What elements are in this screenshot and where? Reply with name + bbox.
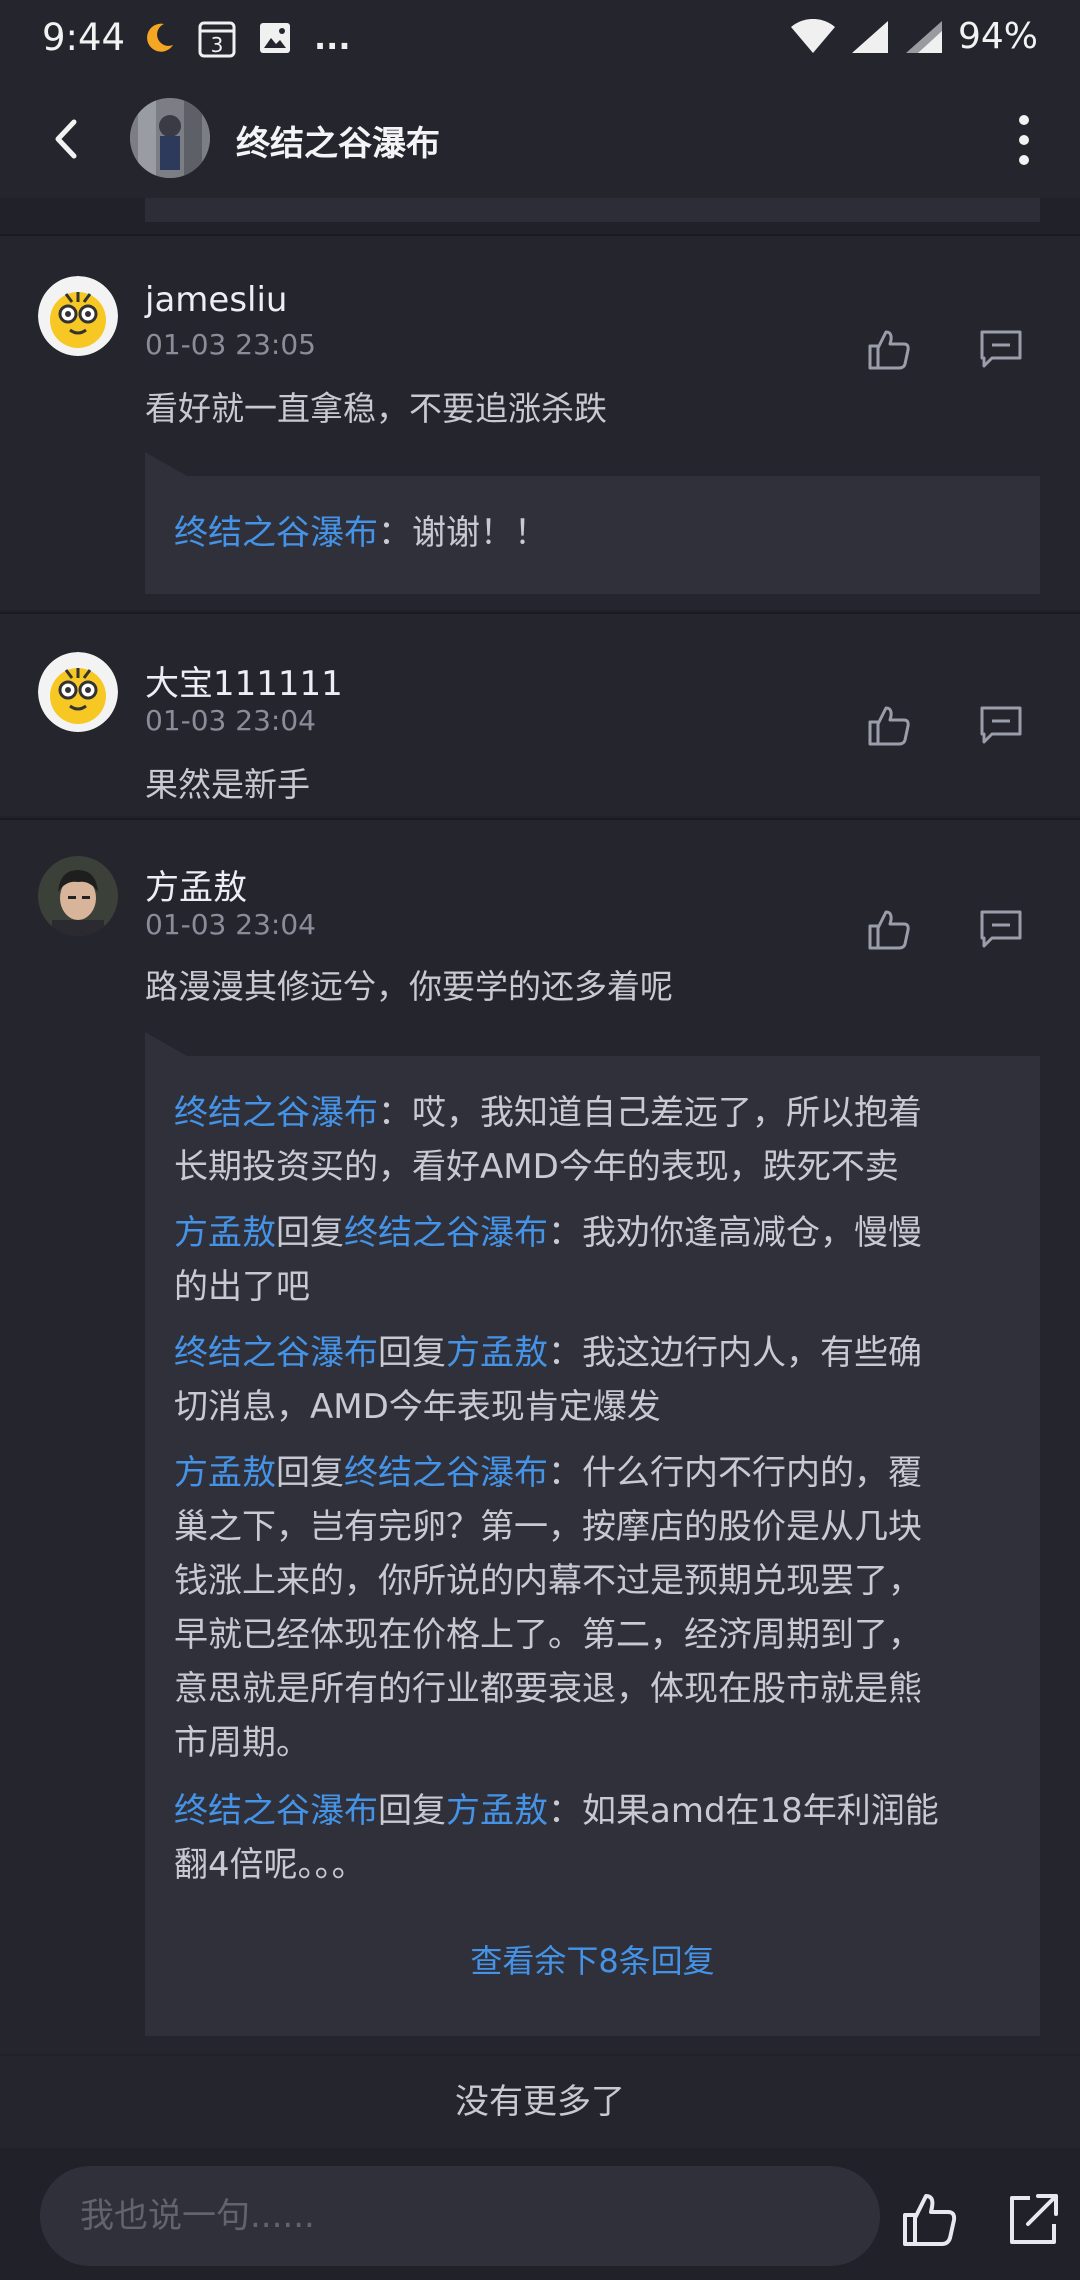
reply-target[interactable]: 终结之谷瀑布 xyxy=(344,1213,548,1253)
reply-text: 意思就是所有的行业都要衰退，体现在股市就是熊 xyxy=(174,1669,922,1709)
reply-text: 什么行内不行内的，覆 xyxy=(582,1453,922,1493)
header-avatar[interactable] xyxy=(130,98,210,178)
comment-author[interactable]: 大宝111111 xyxy=(145,656,343,705)
reply-target[interactable]: 方孟敖 xyxy=(446,1333,548,1373)
more-notifications: ... xyxy=(314,19,351,57)
moon-icon xyxy=(147,23,173,52)
reply-text: 切消息，AMD今年表现肯定爆发 xyxy=(174,1387,661,1427)
comment-time: 01-03 23:04 xyxy=(145,704,316,737)
thumbs-up-icon[interactable] xyxy=(866,702,912,748)
thumbs-up-icon[interactable] xyxy=(866,906,912,952)
reply-text: 巢之下，岂有完卵？第一，按摩店的股价是从几块 xyxy=(174,1507,922,1547)
share-icon[interactable] xyxy=(1004,2190,1062,2248)
reply-target[interactable]: 终结之谷瀑布 xyxy=(344,1453,548,1493)
reply-box: 终结之谷瀑布：谢谢！！ xyxy=(145,452,1040,594)
page-title: 终结之谷瀑布 xyxy=(236,124,440,164)
avatar[interactable] xyxy=(38,652,118,732)
view-more-replies-link[interactable]: 查看余下8条回复 xyxy=(145,1936,1040,1982)
reply-author[interactable]: 终结之谷瀑布 xyxy=(174,1093,378,1133)
comment-item: 方孟敖 01-03 23:04 路漫漫其修远兮，你要学的还多着呢 终结之谷瀑布：… xyxy=(0,820,1080,2054)
reply-text: 翻4倍呢。。。 xyxy=(174,1845,366,1885)
reply-author[interactable]: 方孟敖 xyxy=(174,1453,276,1493)
battery-level: 94% xyxy=(957,16,1038,57)
reply-text: 哎，我知道自己差远了，所以抱着 xyxy=(412,1093,922,1133)
app-bar: 终结之谷瀑布 xyxy=(0,80,1080,198)
reply-text: 的出了吧 xyxy=(174,1267,310,1307)
signal-icon-2 xyxy=(905,20,942,53)
reply-text: 我这边行内人，有些确 xyxy=(582,1333,922,1373)
reply-item: 终结之谷瀑布：哎，我知道自己差远了，所以抱着 长期投资买的，看好AMD今年的表现… xyxy=(174,1093,922,1187)
thumbs-up-icon[interactable] xyxy=(900,2190,958,2248)
reply-author[interactable]: 终结之谷瀑布 xyxy=(174,513,378,553)
comment-text: 路漫漫其修远兮，你要学的还多着呢 xyxy=(145,967,673,1006)
reply-author[interactable]: 终结之谷瀑布 xyxy=(174,1333,378,1373)
no-more-label: 没有更多了 xyxy=(0,2056,1080,2148)
reply-text: 我劝你逢高减仓，慢慢 xyxy=(582,1213,922,1253)
reply-item: 方孟敖回复终结之谷瀑布：我劝你逢高减仓，慢慢 的出了吧 xyxy=(174,1213,922,1307)
reply-text: 如果amd在18年利润能 xyxy=(582,1791,939,1831)
previous-reply-box-end xyxy=(145,198,1040,222)
calendar-icon: 3 xyxy=(198,21,236,58)
comment-input[interactable]: 我也说一句...... xyxy=(40,2166,880,2266)
reply-text: 早就已经体现在价格上了。第二，经济周期到了， xyxy=(174,1615,922,1655)
reply-icon[interactable] xyxy=(978,326,1024,372)
calendar-day: 3 xyxy=(211,33,224,57)
image-icon xyxy=(260,23,290,53)
reply-author[interactable]: 方孟敖 xyxy=(174,1213,276,1253)
reply-text: 长期投资买的，看好AMD今年的表现，跌死不卖 xyxy=(174,1147,899,1187)
reply-item: 终结之谷瀑布回复方孟敖：如果amd在18年利润能 翻4倍呢。。。 xyxy=(174,1791,939,1885)
wifi-icon xyxy=(790,18,835,53)
reply-box: 终结之谷瀑布：哎，我知道自己差远了，所以抱着 长期投资买的，看好AMD今年的表现… xyxy=(145,1032,1040,2036)
more-vertical-icon[interactable] xyxy=(1004,112,1044,168)
comment-time: 01-03 23:05 xyxy=(145,328,316,361)
comment-item: 大宝111111 01-03 23:04 果然是新手 xyxy=(0,614,1080,816)
reply-text: 钱涨上来的，你所说的内幕不过是预期兑现罢了， xyxy=(174,1561,922,1601)
reply-text: 市周期。 xyxy=(174,1723,310,1763)
bottom-bar: 我也说一句...... xyxy=(0,2150,1080,2280)
comment-item: jamesliu 01-03 23:05 看好就一直拿稳，不要追涨杀跌 终结之谷… xyxy=(0,236,1080,610)
signal-icon xyxy=(851,20,888,53)
back-icon[interactable] xyxy=(40,112,94,166)
comment-time: 01-03 23:04 xyxy=(145,908,316,941)
reply-item: 终结之谷瀑布：谢谢！！ xyxy=(174,513,548,553)
status-bar: 9:44 3 ... 94% xyxy=(0,0,1080,80)
reply-author[interactable]: 终结之谷瀑布 xyxy=(174,1791,378,1831)
status-time: 9:44 xyxy=(42,16,126,59)
reply-icon[interactable] xyxy=(978,702,1024,748)
reply-item: 方孟敖回复终结之谷瀑布：什么行内不行内的，覆 巢之下，岂有完卵？第一，按摩店的股… xyxy=(174,1453,922,1763)
avatar[interactable] xyxy=(38,276,118,356)
reply-text: 谢谢！！ xyxy=(412,513,548,553)
reply-item: 终结之谷瀑布回复方孟敖：我这边行内人，有些确 切消息，AMD今年表现肯定爆发 xyxy=(174,1333,922,1427)
reply-target[interactable]: 方孟敖 xyxy=(446,1791,548,1831)
comment-author[interactable]: 方孟敖 xyxy=(145,860,247,909)
comment-text: 看好就一直拿稳，不要追涨杀跌 xyxy=(145,389,607,428)
avatar[interactable] xyxy=(38,856,118,936)
thumbs-up-icon[interactable] xyxy=(866,326,912,372)
comment-text: 果然是新手 xyxy=(145,765,310,804)
reply-icon[interactable] xyxy=(978,906,1024,952)
comment-author[interactable]: jamesliu xyxy=(145,280,287,320)
